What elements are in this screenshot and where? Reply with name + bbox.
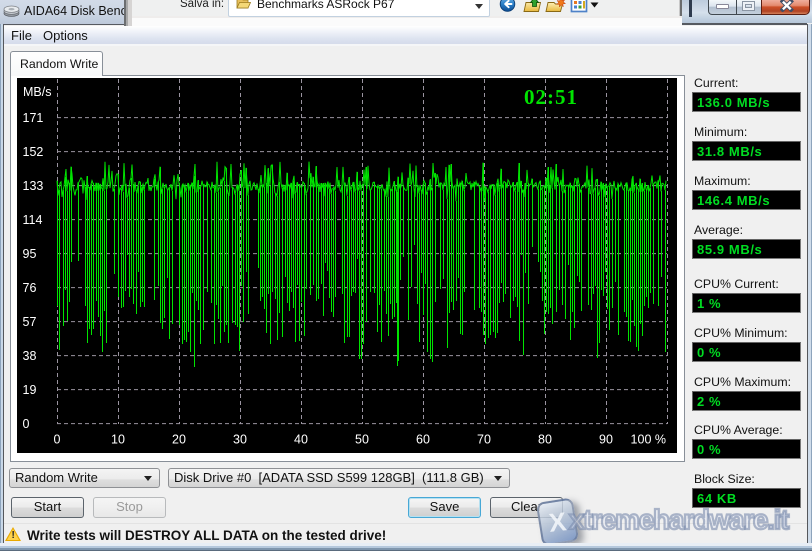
svg-text:0: 0 (23, 417, 30, 431)
svg-text:60: 60 (416, 433, 430, 447)
svg-text:80: 80 (538, 433, 552, 447)
svg-text:70: 70 (477, 433, 491, 447)
svg-text:19: 19 (23, 383, 37, 397)
svg-text:38: 38 (23, 349, 37, 363)
svg-text:40: 40 (294, 433, 308, 447)
svg-text:152: 152 (23, 145, 44, 159)
svg-text:57: 57 (23, 315, 37, 329)
svg-text:10: 10 (111, 433, 125, 447)
svg-text:76: 76 (23, 281, 37, 295)
svg-text:90: 90 (599, 433, 613, 447)
svg-text:95: 95 (23, 247, 37, 261)
svg-text:114: 114 (23, 213, 43, 227)
svg-text:30: 30 (233, 433, 247, 447)
svg-text:MB/s: MB/s (23, 85, 51, 99)
svg-text:50: 50 (355, 433, 369, 447)
svg-text:0: 0 (54, 433, 61, 447)
svg-text:133: 133 (23, 179, 44, 193)
svg-text:02:51: 02:51 (524, 85, 578, 109)
svg-text:171: 171 (23, 111, 44, 125)
svg-text:100 %: 100 % (631, 433, 666, 447)
svg-text:20: 20 (172, 433, 186, 447)
